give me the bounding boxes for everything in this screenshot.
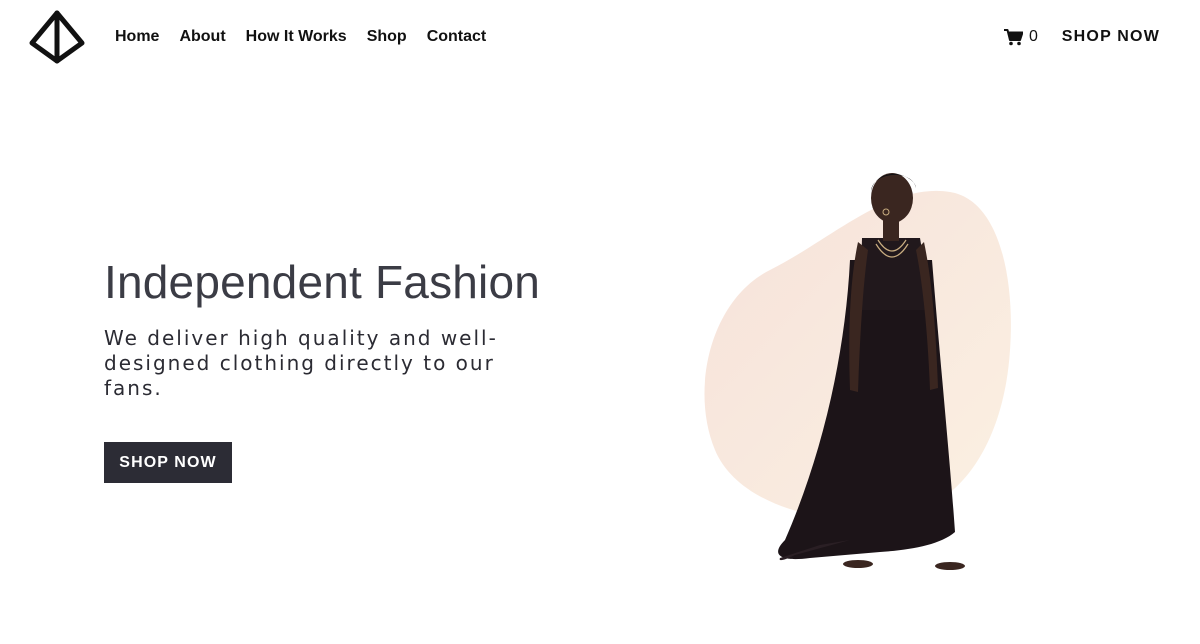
main-nav: Home About How It Works Shop Contact bbox=[115, 27, 506, 47]
nav-how-it-works[interactable]: How It Works bbox=[246, 27, 347, 47]
header-shop-now-button[interactable]: SHOP NOW bbox=[1062, 27, 1160, 47]
hero-subtitle: We deliver high quality and well-designe… bbox=[104, 326, 498, 400]
landing-page: Home About How It Works Shop Contact 0 S… bbox=[0, 0, 1200, 644]
nav-shop[interactable]: Shop bbox=[367, 27, 407, 47]
diamond-logo-icon[interactable] bbox=[28, 9, 86, 65]
nav-contact[interactable]: Contact bbox=[427, 27, 487, 47]
cart-count: 0 bbox=[1029, 28, 1038, 45]
nav-home[interactable]: Home bbox=[115, 27, 159, 47]
hero-shop-now-button[interactable]: SHOP NOW bbox=[104, 442, 232, 483]
nav-about[interactable]: About bbox=[179, 27, 225, 47]
hero-image bbox=[704, 173, 1011, 570]
hero-title: Independent Fashion bbox=[104, 256, 541, 308]
shopping-cart-icon bbox=[1004, 28, 1023, 45]
cart-button[interactable]: 0 bbox=[1004, 27, 1038, 47]
